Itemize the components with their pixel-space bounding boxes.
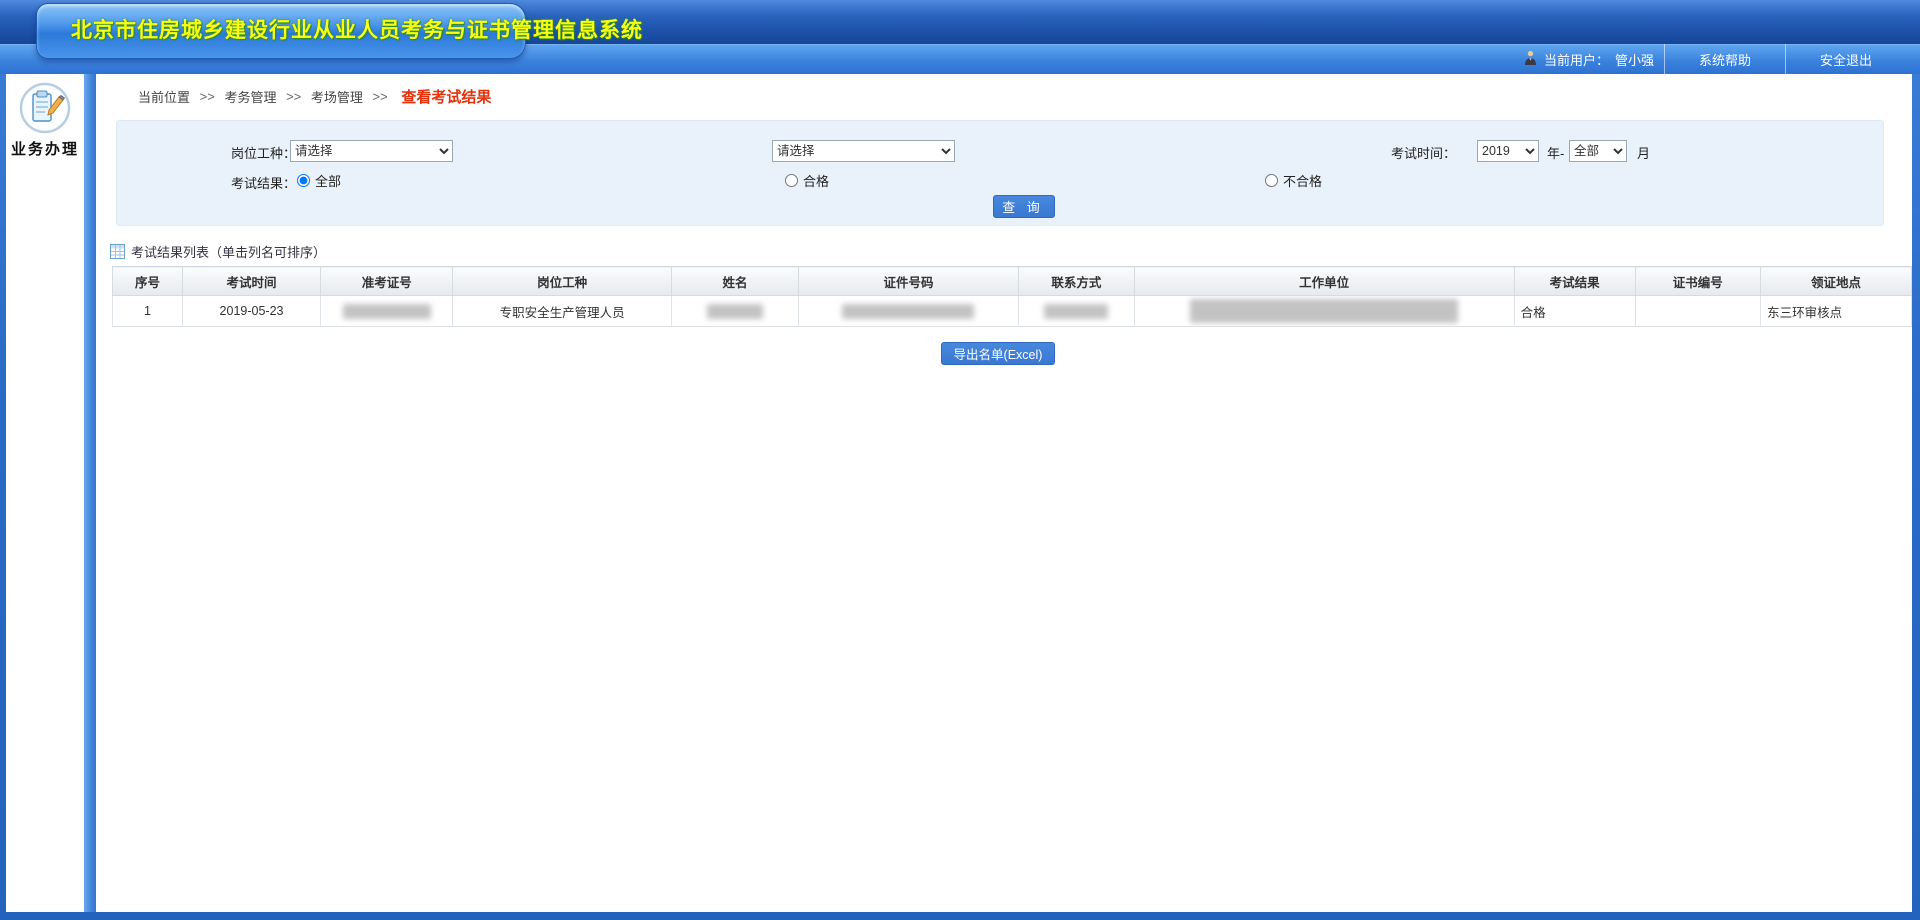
result-radio-fail[interactable]: 不合格: [1265, 171, 1322, 190]
column-header[interactable]: 岗位工种: [453, 267, 671, 296]
sidebar-divider-bar: [84, 74, 96, 912]
table-cell: [1635, 296, 1761, 327]
sidebar: 业务办理: [6, 74, 84, 912]
redacted-cell: [671, 296, 798, 327]
column-header[interactable]: 证书编号: [1635, 267, 1761, 296]
current-user-label: 当前用户：: [1544, 50, 1609, 69]
export-row: 导出名单(Excel): [112, 342, 1884, 365]
redacted-cell: [799, 296, 1019, 327]
column-header[interactable]: 姓名: [671, 267, 798, 296]
column-header[interactable]: 序号: [113, 267, 183, 296]
month-suffix-label: 月: [1637, 143, 1650, 162]
redaction-blur: [707, 304, 763, 319]
redaction-blur: [842, 304, 974, 319]
table-cell: 1: [113, 296, 183, 327]
current-user: 当前用户： 管小强: [1490, 44, 1664, 74]
page: 北京市住房城乡建设行业从业人员考务与证书管理信息系统 当前用户： 管小强 系统帮…: [0, 0, 1920, 920]
column-header[interactable]: 工作单位: [1134, 267, 1514, 296]
breadcrumb-separator: >>: [286, 89, 301, 104]
exam-result-label: 考试结果：: [231, 173, 296, 192]
job-type-secondary-select[interactable]: 请选择: [772, 140, 955, 162]
column-header[interactable]: 联系方式: [1018, 267, 1134, 296]
column-header[interactable]: 领证地点: [1761, 267, 1912, 296]
app-title: 北京市住房城乡建设行业从业人员考务与证书管理信息系统: [37, 4, 525, 57]
person-icon: [1524, 50, 1537, 69]
job-type-label: 岗位工种：: [231, 143, 296, 162]
breadcrumb-item-venue-admin[interactable]: 考场管理: [311, 90, 363, 105]
column-header[interactable]: 考试时间: [183, 267, 321, 296]
year-suffix-label: 年-: [1547, 143, 1564, 162]
main-content: 当前位置 >> 考务管理 >> 考场管理 >> 查看考试结果 岗位工种： 请选择…: [96, 74, 1912, 912]
job-type-select[interactable]: 请选择: [290, 140, 453, 162]
breadcrumb: 当前位置 >> 考务管理 >> 考场管理 >> 查看考试结果: [138, 86, 491, 106]
breadcrumb-separator: >>: [373, 89, 388, 104]
redaction-blur: [343, 304, 431, 319]
result-radio-pass-input[interactable]: [785, 174, 798, 187]
search-button[interactable]: 查 询: [993, 195, 1055, 218]
table-cell: 2019-05-23: [183, 296, 321, 327]
result-radio-all-input[interactable]: [297, 174, 310, 187]
redaction-blur: [1044, 304, 1108, 319]
system-help-link[interactable]: 系统帮助: [1665, 44, 1785, 74]
table-cell: 专职安全生产管理人员: [453, 296, 671, 327]
redaction-blur: [1190, 299, 1458, 323]
top-menubar: 当前用户： 管小强 系统帮助 安全退出: [1490, 44, 1906, 74]
results-table-body: 12019-05-23 专职安全生产管理人员 合格 东三环审核点: [113, 296, 1912, 327]
breadcrumb-separator: >>: [200, 89, 215, 104]
result-radio-all[interactable]: 全部: [297, 171, 341, 190]
results-table-head: 序号考试时间准考证号岗位工种姓名证件号码联系方式工作单位考试结果证书编号领证地点: [113, 267, 1912, 296]
result-radio-pass[interactable]: 合格: [785, 171, 829, 190]
result-radio-pass-label: 合格: [803, 171, 829, 190]
redacted-cell: [321, 296, 453, 327]
clipboard-pencil-icon[interactable]: [19, 82, 71, 134]
filter-panel: 岗位工种： 请选择 请选择 考试时间： 2019 年- 全部 月 考试结果： 全…: [116, 120, 1884, 226]
results-table: 序号考试时间准考证号岗位工种姓名证件号码联系方式工作单位考试结果证书编号领证地点…: [112, 266, 1912, 327]
logout-link[interactable]: 安全退出: [1786, 44, 1906, 74]
breadcrumb-item-exam-admin[interactable]: 考务管理: [224, 90, 276, 105]
table-cell: 合格: [1514, 296, 1635, 327]
table-cell: 东三环审核点: [1761, 296, 1912, 327]
export-excel-button[interactable]: 导出名单(Excel): [941, 342, 1056, 365]
result-radio-all-label: 全部: [315, 171, 341, 190]
current-user-name: 管小强: [1615, 50, 1654, 69]
page-title: 查看考试结果: [401, 89, 491, 106]
table-grid-icon: [110, 244, 125, 259]
app-header: 北京市住房城乡建设行业从业人员考务与证书管理信息系统 当前用户： 管小强 系统帮…: [0, 0, 1920, 74]
exam-time-label: 考试时间：: [1391, 143, 1456, 162]
result-radio-fail-label: 不合格: [1283, 171, 1322, 190]
app-banner-ribbon: 北京市住房城乡建设行业从业人员考务与证书管理信息系统: [36, 3, 526, 59]
breadcrumb-prefix: 当前位置: [138, 90, 190, 105]
results-list-title: 考试结果列表（单击列名可排序）: [110, 242, 326, 260]
results-list-title-text: 考试结果列表（单击列名可排序）: [131, 242, 326, 261]
table-row: 12019-05-23 专职安全生产管理人员 合格 东三环审核点: [113, 296, 1912, 327]
header-row: 序号考试时间准考证号岗位工种姓名证件号码联系方式工作单位考试结果证书编号领证地点: [113, 267, 1912, 296]
exam-month-select[interactable]: 全部: [1569, 140, 1627, 162]
column-header[interactable]: 考试结果: [1514, 267, 1635, 296]
column-header[interactable]: 准考证号: [321, 267, 453, 296]
redacted-cell: [1018, 296, 1134, 327]
column-header[interactable]: 证件号码: [799, 267, 1019, 296]
redacted-cell: [1134, 296, 1514, 327]
exam-year-select[interactable]: 2019: [1477, 140, 1539, 162]
sidebar-item-business[interactable]: 业务办理: [6, 138, 84, 159]
result-radio-fail-input[interactable]: [1265, 174, 1278, 187]
